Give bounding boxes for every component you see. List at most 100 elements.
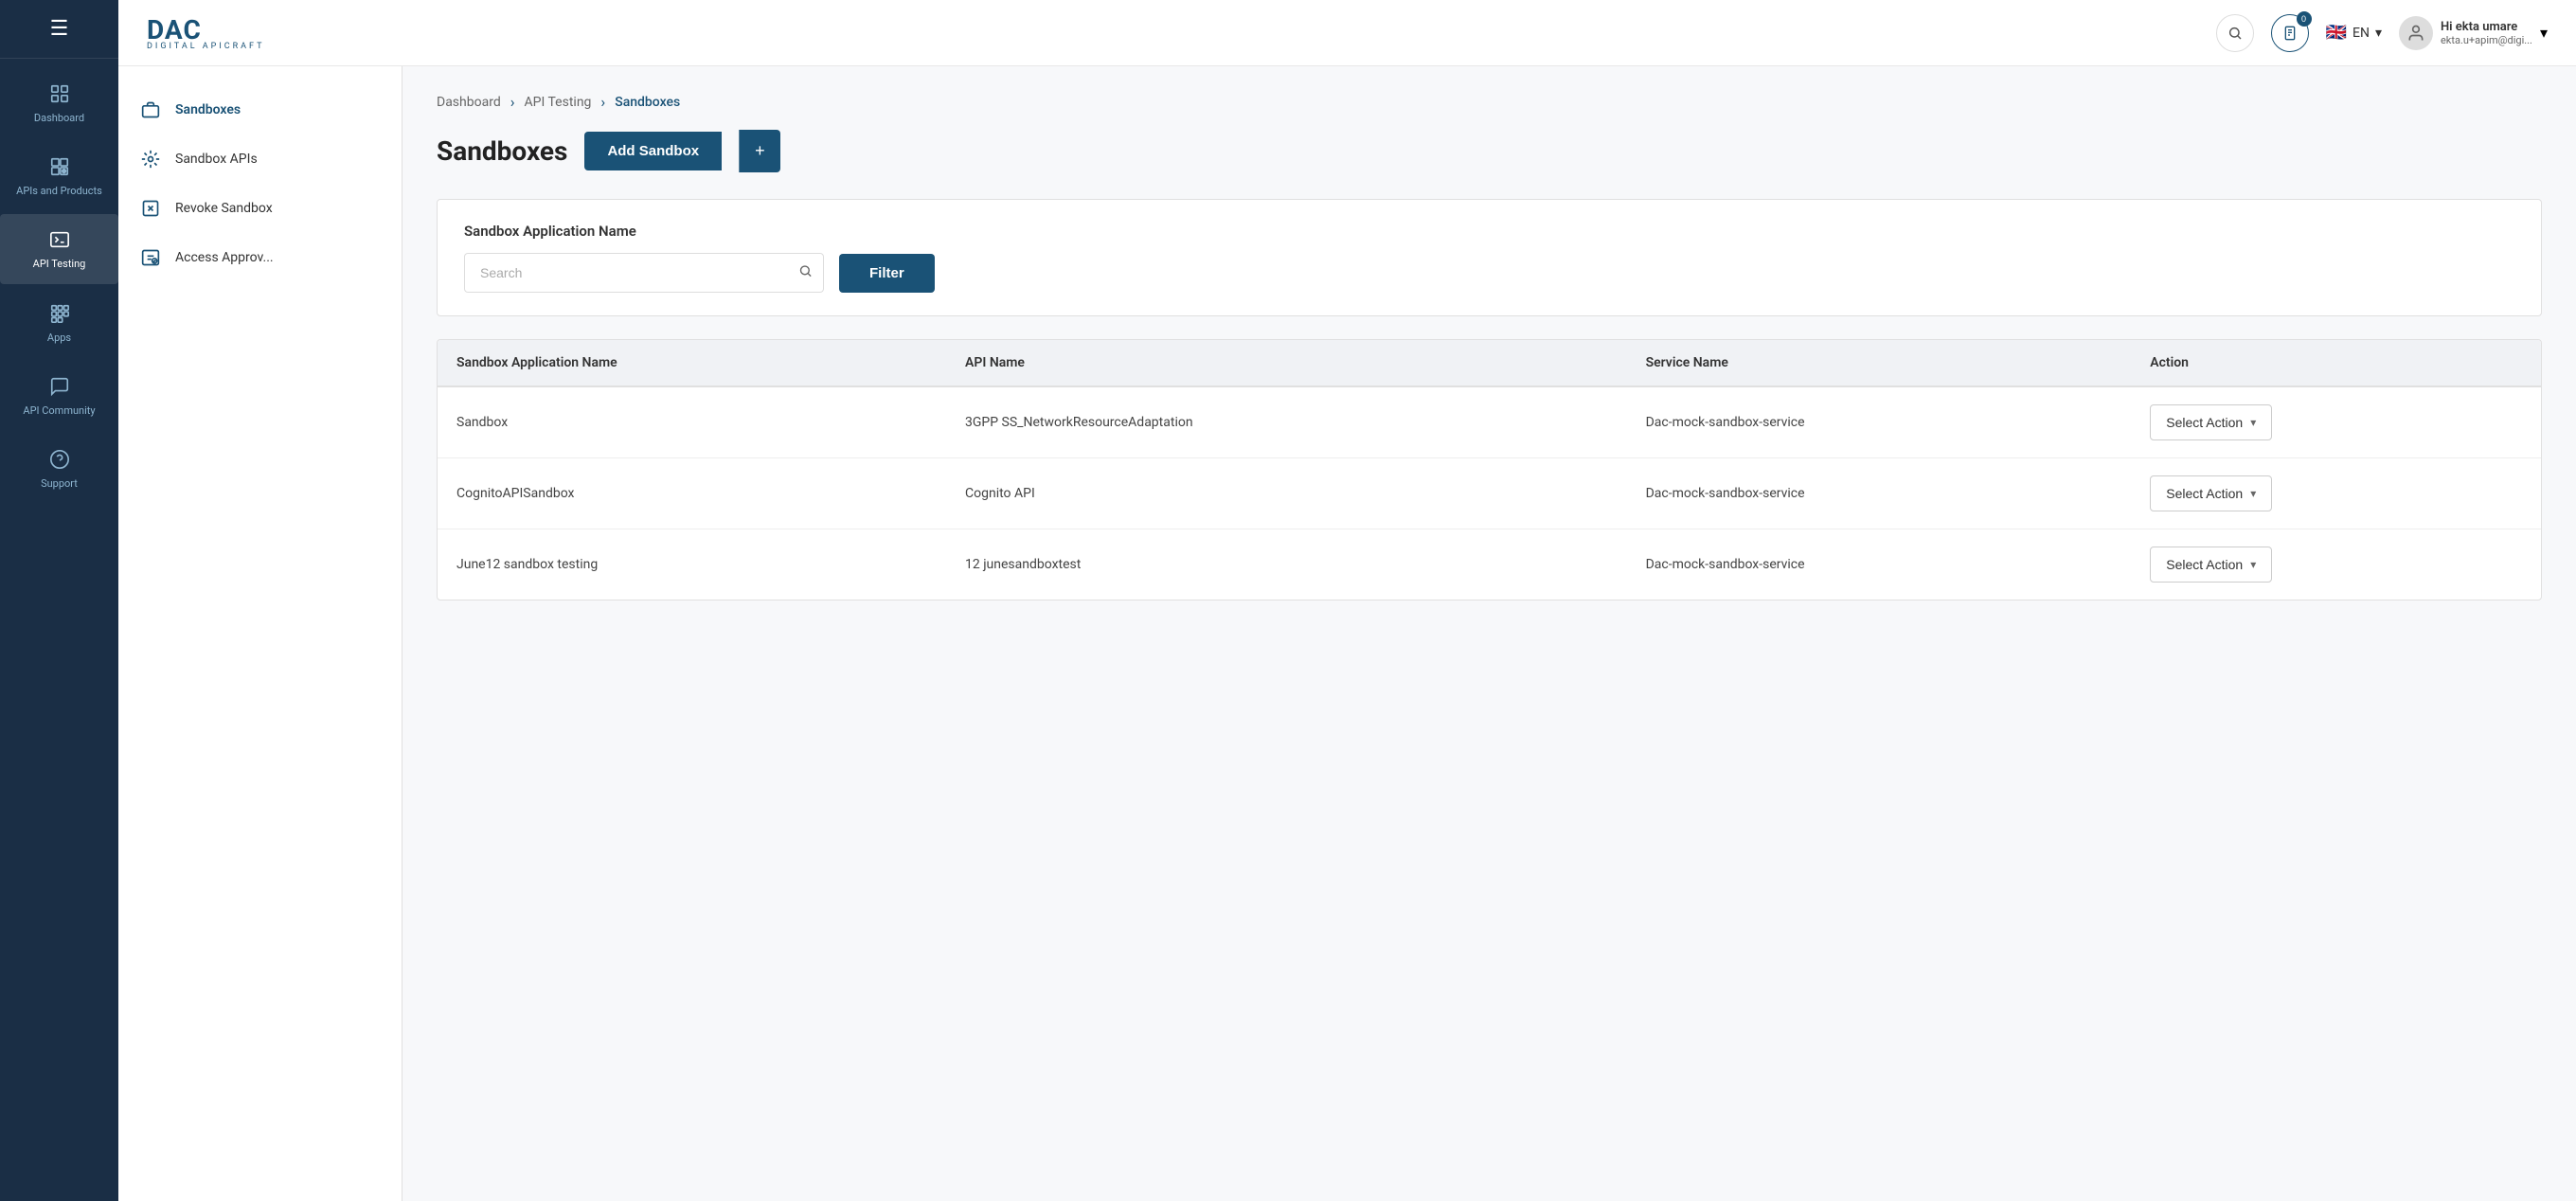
breadcrumb-api-testing[interactable]: API Testing — [525, 95, 592, 110]
select-action-button-1[interactable]: Select Action ▾ — [2150, 404, 2272, 440]
left-nav-access-approv-label: Access Approv... — [175, 250, 274, 265]
user-avatar — [2399, 16, 2433, 50]
left-nav-sandboxes[interactable]: Sandboxes — [118, 85, 402, 134]
hamburger-icon[interactable]: ☰ — [50, 17, 69, 41]
search-input[interactable] — [464, 253, 824, 293]
cell-app-name-3: June12 sandbox testing — [438, 529, 946, 600]
filter-button[interactable]: Filter — [839, 254, 935, 293]
notification-button[interactable]: 0 — [2271, 14, 2309, 52]
filter-row: Filter — [464, 253, 2514, 293]
main-wrapper: DAC DIGITAL APICRAFT 0 🇬🇧 EN — [118, 0, 2576, 1201]
sidebar: ☰ Dashboard APIs and Products — [0, 0, 118, 1201]
user-email: ekta.u+apim@digi... — [2441, 34, 2532, 46]
api-icon — [47, 154, 72, 179]
breadcrumb: Dashboard › API Testing › Sandboxes — [437, 93, 2542, 111]
sidebar-logo-area: ☰ — [0, 0, 118, 59]
select-action-label-2: Select Action — [2166, 486, 2243, 501]
global-search-button[interactable] — [2216, 14, 2254, 52]
filter-card: Sandbox Application Name Filter — [437, 199, 2542, 316]
breadcrumb-sep-2: › — [600, 93, 605, 111]
col-service-name: Service Name — [1627, 340, 2132, 386]
sidebar-item-label-support: Support — [41, 477, 78, 490]
breadcrumb-sandboxes[interactable]: Sandboxes — [615, 95, 680, 110]
cell-action-1: Select Action ▾ — [2131, 386, 2541, 458]
page-title-row: Sandboxes Add Sandbox + — [437, 130, 2542, 172]
sidebar-item-api-community[interactable]: API Community — [0, 361, 118, 430]
content-area: Sandboxes Sandbox APIs R — [118, 66, 2576, 1201]
left-nav-revoke-sandbox[interactable]: Revoke Sandbox — [118, 184, 402, 233]
logo-area: DAC DIGITAL APICRAFT — [147, 14, 2197, 51]
cell-api-name-2: Cognito API — [946, 458, 1627, 529]
table-container: Sandbox Application Name API Name Servic… — [437, 339, 2542, 600]
sandboxes-table: Sandbox Application Name API Name Servic… — [438, 340, 2541, 600]
sidebar-item-label-apps: Apps — [47, 332, 71, 344]
table-header: Sandbox Application Name API Name Servic… — [438, 340, 2541, 386]
table-header-row: Sandbox Application Name API Name Servic… — [438, 340, 2541, 386]
lang-label: EN — [2352, 26, 2370, 41]
sidebar-item-label-api-testing: API Testing — [33, 258, 86, 270]
sidebar-item-dashboard[interactable]: Dashboard — [0, 68, 118, 137]
sidebar-item-label-dashboard: Dashboard — [34, 112, 84, 124]
language-selector[interactable]: 🇬🇧 EN ▾ — [2326, 23, 2382, 43]
cell-service-name-3: Dac-mock-sandbox-service — [1627, 529, 2132, 600]
left-nav-sandboxes-label: Sandboxes — [175, 102, 241, 117]
main-content: Dashboard › API Testing › Sandboxes Sand… — [402, 66, 2576, 1201]
table-row: CognitoAPISandbox Cognito API Dac-mock-s… — [438, 458, 2541, 529]
col-api-name: API Name — [946, 340, 1627, 386]
page-title: Sandboxes — [437, 135, 567, 167]
left-nav-revoke-sandbox-label: Revoke Sandbox — [175, 201, 273, 216]
lang-chevron-icon: ▾ — [2375, 26, 2382, 41]
select-action-label-1: Select Action — [2166, 415, 2243, 430]
api-testing-icon — [47, 227, 72, 252]
select-action-chevron-3: ▾ — [2250, 558, 2256, 571]
select-action-button-2[interactable]: Select Action ▾ — [2150, 475, 2272, 511]
left-nav-sandbox-apis[interactable]: Sandbox APIs — [118, 134, 402, 184]
cell-app-name-2: CognitoAPISandbox — [438, 458, 946, 529]
cell-service-name-1: Dac-mock-sandbox-service — [1627, 386, 2132, 458]
top-header: DAC DIGITAL APICRAFT 0 🇬🇧 EN — [118, 0, 2576, 66]
add-sandbox-plus-button[interactable]: + — [739, 130, 780, 172]
select-action-chevron-2: ▾ — [2250, 487, 2256, 500]
select-action-button-3[interactable]: Select Action ▾ — [2150, 547, 2272, 583]
select-action-label-3: Select Action — [2166, 557, 2243, 572]
sidebar-nav: Dashboard APIs and Products API Testing — [0, 59, 118, 503]
breadcrumb-dashboard[interactable]: Dashboard — [437, 95, 501, 110]
user-info[interactable]: Hi ekta umare ekta.u+apim@digi... ▾ — [2399, 16, 2548, 50]
sidebar-item-apis[interactable]: APIs and Products — [0, 141, 118, 210]
cell-service-name-2: Dac-mock-sandbox-service — [1627, 458, 2132, 529]
sandbox-apis-nav-icon — [137, 146, 164, 172]
cell-api-name-1: 3GPP SS_NetworkResourceAdaptation — [946, 386, 1627, 458]
breadcrumb-sep-1: › — [510, 93, 515, 111]
col-action: Action — [2131, 340, 2541, 386]
revoke-sandbox-nav-icon — [137, 195, 164, 222]
user-text: Hi ekta umare ekta.u+apim@digi... — [2441, 20, 2532, 46]
col-app-name: Sandbox Application Name — [438, 340, 946, 386]
left-panel: Sandboxes Sandbox APIs R — [118, 66, 402, 1201]
sidebar-item-label-api-community: API Community — [23, 404, 95, 417]
table-row: June12 sandbox testing 12 junesandboxtes… — [438, 529, 2541, 600]
cell-action-3: Select Action ▾ — [2131, 529, 2541, 600]
left-nav-access-approv[interactable]: Access Approv... — [118, 233, 402, 282]
dashboard-icon — [47, 81, 72, 106]
select-action-chevron-1: ▾ — [2250, 416, 2256, 429]
community-icon — [47, 374, 72, 399]
flag-icon: 🇬🇧 — [2326, 23, 2347, 43]
sandboxes-nav-icon — [137, 97, 164, 123]
access-approv-nav-icon — [137, 244, 164, 271]
support-icon — [47, 447, 72, 472]
sidebar-item-support[interactable]: Support — [0, 434, 118, 503]
logo: DAC DIGITAL APICRAFT — [147, 14, 264, 51]
user-chevron-icon: ▾ — [2540, 24, 2548, 42]
sidebar-item-apps[interactable]: Apps — [0, 288, 118, 357]
logo-sub: DIGITAL APICRAFT — [147, 42, 264, 51]
add-sandbox-button[interactable]: Add Sandbox — [584, 132, 722, 170]
search-input-wrapper — [464, 253, 824, 293]
user-name: Hi ekta umare — [2441, 20, 2532, 34]
cell-app-name-1: Sandbox — [438, 386, 946, 458]
sidebar-item-label-apis: APIs and Products — [16, 185, 102, 197]
apps-icon — [47, 301, 72, 326]
notification-badge: 0 — [2297, 11, 2312, 27]
sidebar-item-api-testing[interactable]: API Testing — [0, 214, 118, 283]
cell-api-name-3: 12 junesandboxtest — [946, 529, 1627, 600]
filter-section-label: Sandbox Application Name — [464, 223, 2514, 240]
